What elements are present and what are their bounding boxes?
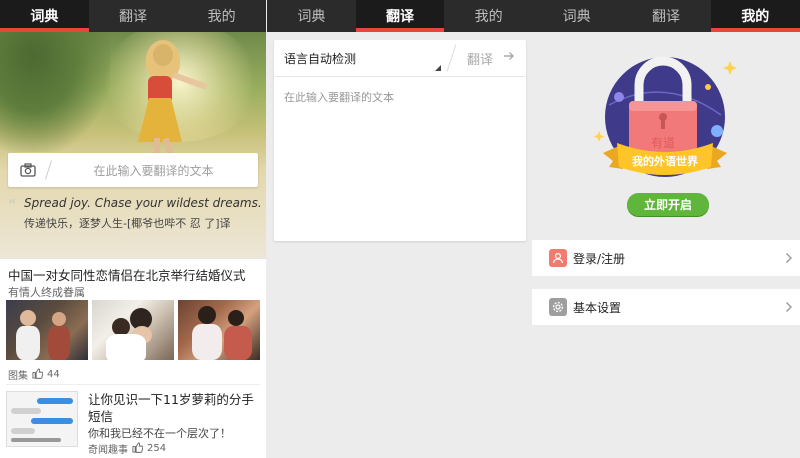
- tab-translate[interactable]: 翻译: [89, 0, 178, 32]
- news1-meta: 图集 44: [8, 367, 60, 382]
- translate-button[interactable]: 翻译: [456, 49, 526, 68]
- dropdown-triangle-icon: [435, 64, 441, 71]
- hero-sunlight: [100, 32, 260, 142]
- news1-subtitle: 有情人终成眷属: [8, 286, 85, 299]
- news1-likes: 44: [47, 369, 60, 380]
- arrow-right-icon: [503, 50, 515, 66]
- news2-title[interactable]: 让你见识一下11岁萝莉的分手短信: [88, 391, 260, 425]
- news1-thumbnail[interactable]: [92, 300, 174, 360]
- sparkle-icon: [593, 131, 605, 142]
- chevron-right-icon: [778, 252, 800, 264]
- camera-icon[interactable]: [8, 153, 48, 187]
- language-select[interactable]: 语言自动检测: [274, 40, 447, 77]
- dictionary-search-bar[interactable]: 在此输入要翻译的文本: [8, 153, 258, 187]
- tab-dictionary[interactable]: 词典: [267, 0, 356, 32]
- planet-dot: [711, 125, 723, 137]
- tab-dictionary[interactable]: 词典: [0, 0, 89, 32]
- menu-item-label: 登录/注册: [573, 251, 626, 266]
- gear-icon: [549, 298, 567, 316]
- translate-card: 语言自动检测 翻译 在此输入要翻译的文本: [274, 40, 526, 241]
- news1-thumbnail[interactable]: [178, 300, 260, 360]
- tab-dictionary[interactable]: 词典: [532, 0, 621, 32]
- news2-subtitle: 你和我已经不在一个层次了！: [88, 427, 231, 440]
- toolbar-divider: [446, 44, 457, 72]
- top-tab-bar: 词典 翻译 我的: [267, 0, 533, 32]
- news2-likes: 254: [147, 443, 167, 454]
- lock-logo-text: 有道: [651, 136, 675, 150]
- tab-translate[interactable]: 翻译: [621, 0, 710, 32]
- mine-panel: 词典 翻译 我的 有道 我的外语世界 立即开启 登录/注册 基本设置: [532, 0, 800, 458]
- sparkle-icon: [723, 61, 737, 75]
- news-divider: [6, 384, 260, 385]
- news1-category: 图集: [8, 371, 28, 382]
- quote-mark-icon: “: [8, 196, 17, 215]
- chevron-right-icon: [778, 301, 800, 313]
- news2-category: 奇闻趣事: [88, 445, 128, 456]
- lock-illustration: 有道 我的外语世界: [587, 45, 747, 195]
- translate-panel: 词典 翻译 我的 语言自动检测 翻译 在此输入要翻译的文本: [267, 0, 533, 458]
- top-tab-bar: 词典 翻译 我的: [0, 0, 266, 32]
- translate-toolbar: 语言自动检测 翻译: [274, 40, 526, 77]
- tab-mine[interactable]: 我的: [444, 0, 533, 32]
- menu-item-login[interactable]: 登录/注册: [532, 240, 800, 276]
- tab-mine[interactable]: 我的: [710, 0, 800, 32]
- banner-text: 我的外语世界: [632, 154, 698, 168]
- daily-quote-cn: 传递快乐，逐梦人生-[椰爷也哔不 忍 了]译: [24, 217, 231, 230]
- news1-title[interactable]: 中国一对女同性恋情侣在北京举行结婚仪式: [8, 265, 246, 284]
- dictionary-panel: 词典 翻译 我的 在此输入要翻译的文本 “ Spread joy. Chase …: [0, 0, 266, 458]
- thumbs-up-icon[interactable]: [32, 367, 44, 382]
- planet-dot: [614, 92, 624, 102]
- search-placeholder[interactable]: 在此输入要翻译的文本: [49, 162, 258, 179]
- user-icon: [549, 249, 567, 267]
- menu-item-settings[interactable]: 基本设置: [532, 289, 800, 325]
- start-button[interactable]: 立即开启: [627, 193, 709, 216]
- tab-translate[interactable]: 翻译: [355, 0, 445, 32]
- menu-item-label: 基本设置: [573, 300, 622, 315]
- hero-tree: [0, 32, 110, 152]
- news2-thumbnail[interactable]: [6, 391, 78, 447]
- news2-meta: 奇闻趣事 254: [88, 441, 166, 456]
- thumbs-up-icon[interactable]: [132, 441, 144, 456]
- news-feed: 中国一对女同性恋情侣在北京举行结婚仪式 有情人终成眷属 图集 44 让你见识一下…: [0, 258, 266, 458]
- hero-girl-head: [153, 44, 173, 66]
- tab-mine[interactable]: 我的: [177, 0, 266, 32]
- translate-input[interactable]: 在此输入要翻译的文本: [274, 77, 526, 117]
- language-select-label: 语言自动检测: [284, 51, 357, 66]
- planet-dot: [705, 84, 711, 90]
- top-tab-bar: 词典 翻译 我的: [532, 0, 800, 32]
- daily-quote-en: Spread joy. Chase your wildest dreams.: [24, 196, 262, 210]
- news1-thumbnail[interactable]: [6, 300, 88, 360]
- translate-button-label: 翻译: [466, 52, 493, 68]
